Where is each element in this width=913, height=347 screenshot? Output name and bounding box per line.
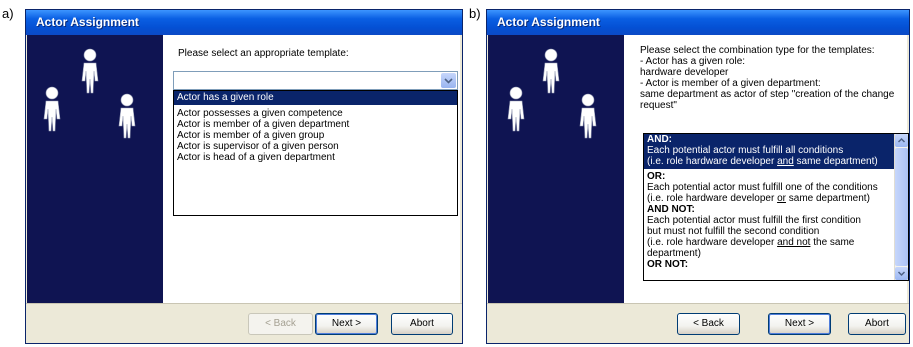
button-bar: < Back Next > Abort	[487, 303, 909, 343]
person-figure-icon	[507, 86, 525, 132]
chevron-down-icon	[444, 78, 453, 84]
option-heading: AND:	[647, 134, 672, 145]
option-example: (i.e. role hardware developer and same d…	[647, 156, 878, 167]
list-item[interactable]: Actor has a given role	[174, 91, 457, 105]
abort-button[interactable]: Abort	[391, 313, 453, 335]
list-item[interactable]: OR NOT:	[644, 259, 894, 270]
title-bar: Actor Assignment	[26, 10, 462, 35]
next-button[interactable]: Next >	[768, 313, 831, 335]
combination-options: AND: Each potential actor must fulfill a…	[644, 134, 894, 270]
abort-button[interactable]: Abort	[848, 313, 906, 335]
list-item[interactable]: Actor is supervisor of a given person	[174, 141, 457, 152]
combination-list[interactable]: AND: Each potential actor must fulfill a…	[643, 133, 909, 281]
back-button[interactable]: < Back	[248, 313, 313, 335]
scroll-up-icon	[897, 137, 906, 143]
title-bar: Actor Assignment	[487, 10, 909, 35]
person-figure-icon	[579, 93, 597, 139]
option-description: Each potential actor must fulfill all co…	[647, 145, 844, 156]
list-item[interactable]: AND: Each potential actor must fulfill a…	[644, 134, 894, 169]
content-area: Please select an appropriate template: A…	[163, 35, 460, 316]
option-heading: OR NOT:	[647, 259, 689, 270]
back-button[interactable]: < Back	[677, 313, 740, 335]
list-item[interactable]: Actor is member of a given group	[174, 130, 457, 141]
button-bar: < Back Next > Abort	[26, 303, 462, 343]
actor-assignment-dialog-a: Actor Assignment Please select an approp…	[25, 9, 463, 344]
template-list[interactable]: Actor has a given role Actor possesses a…	[173, 90, 458, 216]
scroll-down-button[interactable]	[895, 267, 908, 280]
content-area: Please select the combination type for t…	[624, 35, 909, 316]
scroll-up-button[interactable]	[895, 134, 908, 147]
list-item[interactable]: Actor is head of a given department	[174, 152, 457, 163]
combination-prompt: Please select the combination type for t…	[640, 45, 895, 111]
window-title: Actor Assignment	[497, 15, 600, 29]
people-illustration	[43, 48, 136, 139]
option-description: but must not fulfill the second conditio…	[647, 226, 820, 237]
scroll-down-icon	[897, 271, 906, 277]
people-illustration	[507, 48, 597, 139]
option-example: department)	[647, 248, 701, 259]
combo-dropdown-button[interactable]	[441, 73, 456, 88]
person-figure-icon	[43, 86, 61, 132]
option-example: (i.e. role hardware developer or same de…	[647, 193, 870, 204]
list-item[interactable]: OR: Each potential actor must fulfill on…	[644, 171, 894, 204]
list-item[interactable]: AND NOT: Each potential actor must fulfi…	[644, 204, 894, 259]
template-combobox[interactable]	[173, 71, 458, 90]
panel-b-label: b)	[469, 6, 481, 21]
actor-assignment-dialog-b: Actor Assignment Please select the combi…	[486, 9, 910, 344]
scroll-thumb[interactable]	[895, 148, 908, 266]
next-button[interactable]: Next >	[315, 313, 378, 335]
person-figure-icon	[118, 93, 136, 139]
option-example: (i.e. role hardware developer and not th…	[647, 237, 855, 248]
option-heading: AND NOT:	[647, 204, 695, 215]
side-panel	[27, 35, 163, 316]
list-item[interactable]: Actor possesses a given competence	[174, 108, 457, 119]
window-title: Actor Assignment	[36, 15, 139, 29]
panel-a-label: a)	[2, 6, 14, 21]
option-description: Each potential actor must fulfill one of…	[647, 182, 878, 193]
template-prompt: Please select an appropriate template:	[178, 48, 349, 59]
side-panel	[488, 35, 624, 316]
person-figure-icon	[542, 48, 560, 94]
vertical-scrollbar[interactable]	[894, 134, 908, 280]
option-heading: OR:	[647, 171, 666, 182]
option-description: Each potential actor must fulfill the fi…	[647, 215, 861, 226]
list-item[interactable]: Actor is member of a given department	[174, 119, 457, 130]
person-figure-icon	[81, 48, 99, 94]
